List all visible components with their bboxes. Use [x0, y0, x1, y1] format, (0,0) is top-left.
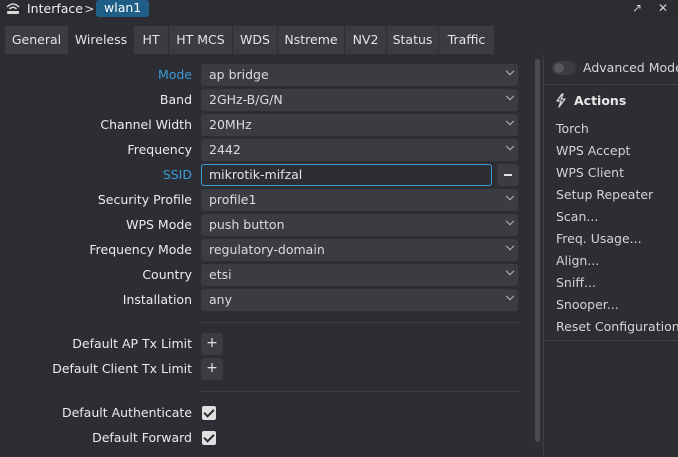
mode-select[interactable]: ap bridge: [201, 64, 518, 86]
interface-name-chip: wlan1: [96, 0, 150, 17]
action-sniff[interactable]: Sniff...: [556, 274, 596, 292]
tab-general[interactable]: General: [5, 26, 69, 54]
sidebar-divider: [544, 340, 678, 341]
action-snooper[interactable]: Snooper...: [556, 296, 619, 314]
channel-width-row: Channel Width 20MHz: [0, 114, 530, 136]
wps-mode-row: WPS Mode push button: [0, 214, 530, 236]
mode-label: Mode: [157, 67, 192, 82]
installation-value: any: [209, 292, 232, 307]
installation-row: Installation any: [0, 289, 530, 311]
chevron-down-icon: [505, 116, 515, 126]
mode-row: Mode ap bridge: [0, 64, 530, 86]
band-select[interactable]: 2GHz-B/G/N: [201, 89, 518, 111]
default-forward-row: Default Forward: [0, 427, 530, 449]
frequency-select[interactable]: 2442: [201, 139, 518, 161]
action-freq-usage[interactable]: Freq. Usage...: [556, 230, 642, 248]
wps-mode-select[interactable]: push button: [201, 214, 518, 236]
breadcrumb-separator: >: [84, 1, 95, 16]
security-profile-label: Security Profile: [97, 192, 192, 207]
section-divider: [201, 322, 519, 323]
chevron-down-icon: [505, 66, 515, 76]
security-profile-row: Security Profile profile1: [0, 189, 530, 211]
wps-mode-value: push button: [209, 217, 285, 232]
channel-width-value: 20MHz: [209, 117, 252, 132]
lightning-icon: [556, 93, 566, 108]
window-title: Interface: [27, 1, 83, 16]
chevron-down-icon: [505, 291, 515, 301]
default-client-tx-limit-label: Default Client Tx Limit: [52, 361, 192, 376]
security-profile-select[interactable]: profile1: [201, 189, 518, 211]
wireless-settings-form: Mode ap bridge Band 2GHz-B/G/N Channel W…: [0, 55, 530, 457]
action-scan[interactable]: Scan...: [556, 208, 598, 226]
frequency-mode-label: Frequency Mode: [89, 242, 192, 257]
installation-label: Installation: [122, 292, 192, 307]
action-setup-repeater[interactable]: Setup Repeater: [556, 186, 653, 204]
chevron-down-icon: [505, 266, 515, 276]
security-profile-value: profile1: [209, 192, 257, 207]
wireless-interface-icon: [6, 3, 20, 14]
tab-ht-mcs[interactable]: HT MCS: [169, 26, 233, 54]
tab-wds[interactable]: WDS: [233, 26, 278, 54]
action-align[interactable]: Align...: [556, 252, 599, 270]
frequency-mode-row: Frequency Mode regulatory-domain: [0, 239, 530, 261]
country-value: etsi: [209, 267, 232, 282]
default-authenticate-label: Default Authenticate: [61, 405, 192, 420]
advanced-mode-label: Advanced Mode: [583, 60, 678, 75]
action-torch[interactable]: Torch: [556, 120, 589, 138]
action-wps-client[interactable]: WPS Client: [556, 164, 624, 182]
remove-ssid-button[interactable]: [497, 164, 519, 186]
tab-nv2[interactable]: NV2: [345, 26, 387, 54]
tab-status[interactable]: Status: [387, 26, 439, 54]
chevron-down-icon: [505, 191, 515, 201]
default-ap-tx-limit-row: Default AP Tx Limit +: [0, 333, 530, 355]
default-forward-label: Default Forward: [92, 430, 192, 445]
actions-title: Actions: [574, 93, 627, 108]
tab-bar: General Wireless HT HT MCS WDS Nstreme N…: [0, 26, 678, 55]
action-wps-accept[interactable]: WPS Accept: [556, 142, 630, 160]
band-value: 2GHz-B/G/N: [209, 92, 283, 107]
close-icon[interactable]: ✕: [656, 0, 670, 17]
restore-window-icon[interactable]: ↗: [630, 0, 644, 17]
sidebar-divider: [544, 84, 678, 85]
scrollbar-thumb[interactable]: [535, 59, 540, 442]
country-row: Country etsi: [0, 264, 530, 286]
tab-wireless[interactable]: Wireless: [69, 26, 134, 55]
default-authenticate-checkbox[interactable]: [202, 406, 216, 420]
title-bar: Interface > wlan1 ↗ ✕: [0, 0, 678, 17]
advanced-mode-toggle[interactable]: [552, 61, 576, 75]
add-client-tx-limit-button[interactable]: +: [201, 358, 223, 380]
tab-traffic[interactable]: Traffic: [439, 26, 495, 54]
chevron-down-icon: [505, 216, 515, 226]
frequency-mode-select[interactable]: regulatory-domain: [201, 239, 518, 261]
frequency-label: Frequency: [127, 142, 192, 157]
frequency-mode-value: regulatory-domain: [209, 242, 325, 257]
wps-mode-label: WPS Mode: [126, 217, 192, 232]
section-divider: [201, 391, 519, 392]
installation-select[interactable]: any: [201, 289, 518, 311]
ssid-input[interactable]: mikrotik-mifzal: [201, 164, 492, 186]
band-label: Band: [159, 92, 192, 107]
country-label: Country: [142, 267, 192, 282]
default-authenticate-row: Default Authenticate: [0, 402, 530, 424]
frequency-value: 2442: [209, 142, 241, 157]
add-ap-tx-limit-button[interactable]: +: [201, 333, 223, 355]
default-forward-checkbox[interactable]: [202, 431, 216, 445]
channel-width-label: Channel Width: [100, 117, 192, 132]
frequency-row: Frequency 2442: [0, 139, 530, 161]
country-select[interactable]: etsi: [201, 264, 518, 286]
default-client-tx-limit-row: Default Client Tx Limit +: [0, 358, 530, 380]
default-ap-tx-limit-label: Default AP Tx Limit: [72, 336, 192, 351]
tab-ht[interactable]: HT: [134, 26, 169, 54]
chevron-down-icon: [505, 141, 515, 151]
band-row: Band 2GHz-B/G/N: [0, 89, 530, 111]
chevron-down-icon: [505, 91, 515, 101]
chevron-down-icon: [505, 241, 515, 251]
mode-value: ap bridge: [209, 67, 269, 82]
action-reset-configuration[interactable]: Reset Configuration: [556, 318, 678, 336]
ssid-label: SSID: [162, 167, 192, 182]
channel-width-select[interactable]: 20MHz: [201, 114, 518, 136]
tab-nstreme[interactable]: Nstreme: [278, 26, 345, 54]
ssid-row: SSID mikrotik-mifzal: [0, 164, 530, 186]
